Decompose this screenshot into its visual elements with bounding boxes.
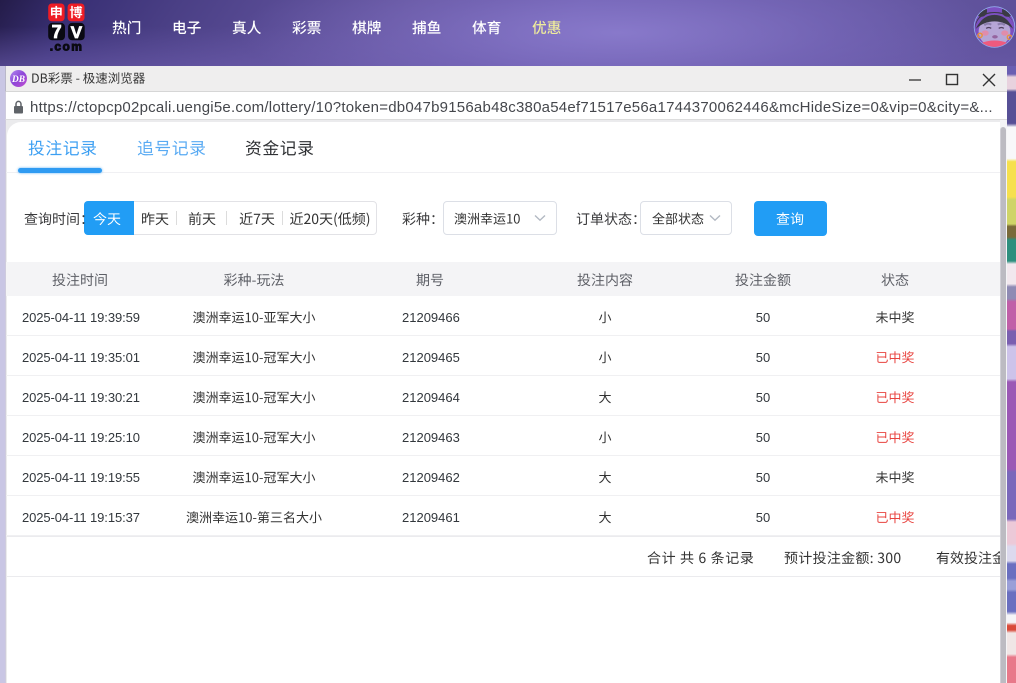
svg-text:.com: .com <box>50 40 84 54</box>
svg-text:DB: DB <box>11 75 25 85</box>
